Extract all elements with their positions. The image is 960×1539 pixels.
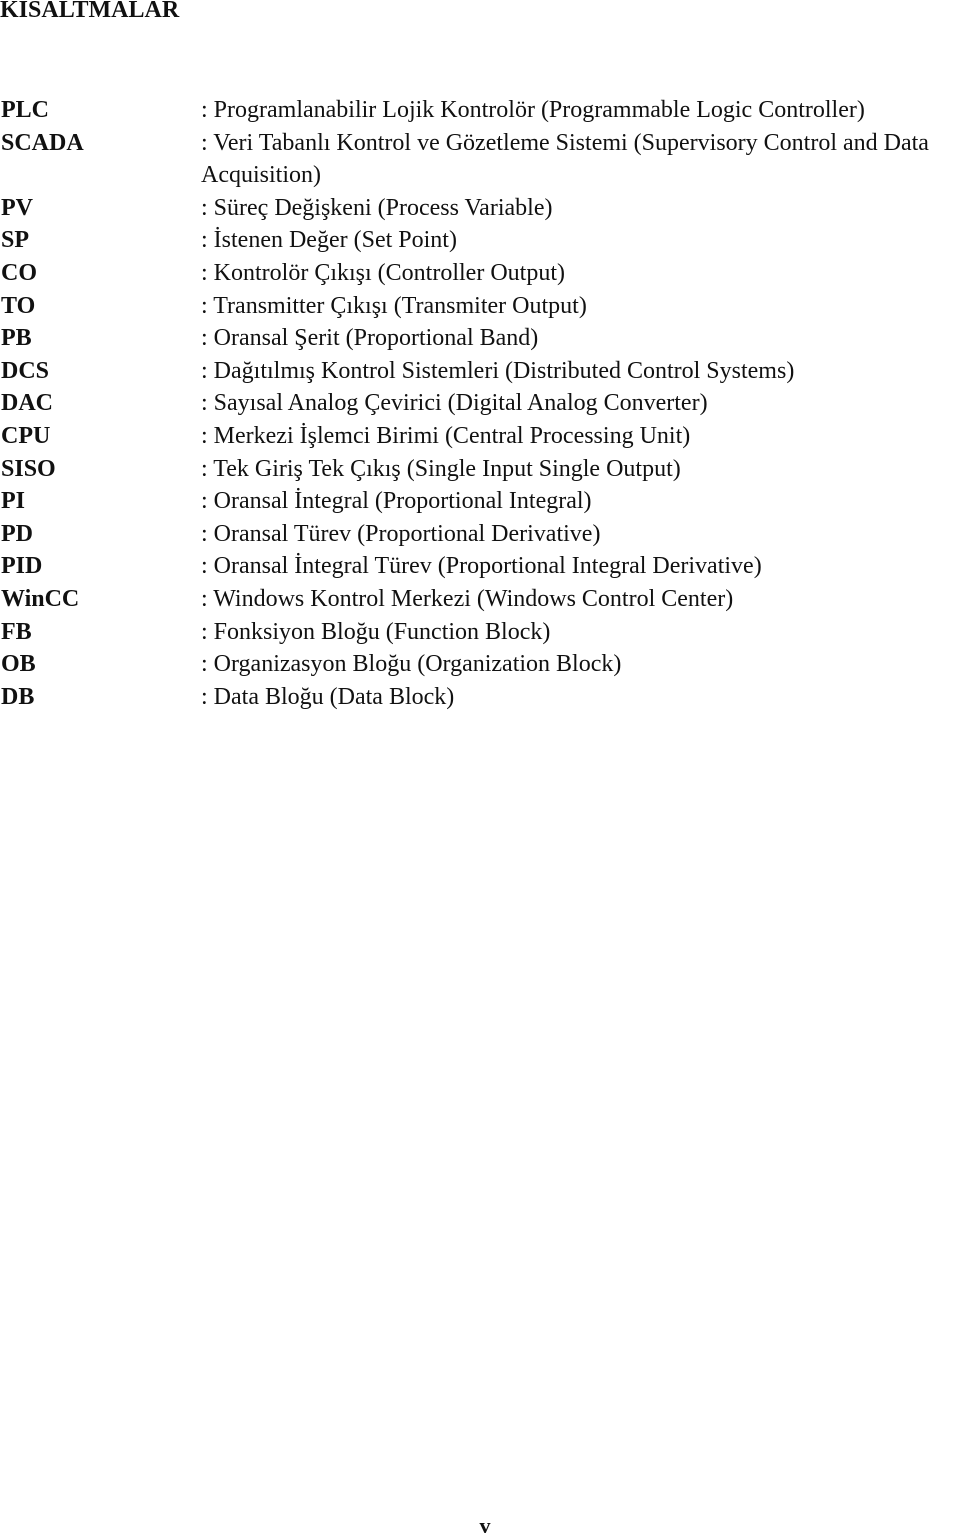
list-item: SISO : Tek Giriş Tek Çıkış (Single Input… bbox=[0, 453, 960, 486]
abbreviation-definition: : Oransal İntegral Türev (Proportional I… bbox=[201, 553, 762, 580]
abbreviation-term: SP bbox=[1, 227, 30, 254]
abbreviation-definition: : Oransal İntegral (Proportional Integra… bbox=[201, 488, 592, 515]
abbreviation-term: SCADA bbox=[1, 129, 84, 156]
abbreviation-term: FB bbox=[1, 618, 32, 645]
abbreviation-definition: : Data Bloğu (Data Block) bbox=[201, 683, 455, 710]
abbreviation-definition: : Sayısal Analog Çevirici (Digital Analo… bbox=[201, 390, 708, 417]
abbreviation-term: PB bbox=[1, 325, 32, 352]
abbreviation-term: WinCC bbox=[1, 585, 80, 612]
list-item: SCADA : Veri Tabanlı Kontrol ve Gözetlem… bbox=[0, 127, 960, 192]
list-item: DAC : Sayısal Analog Çevirici (Digital A… bbox=[0, 387, 960, 420]
list-item: PID : Oransal İntegral Türev (Proportion… bbox=[0, 550, 960, 583]
abbreviation-term: TO bbox=[1, 292, 36, 319]
abbreviation-term: OB bbox=[1, 651, 36, 678]
abbreviation-definition: : Windows Kontrol Merkezi (Windows Contr… bbox=[201, 585, 734, 612]
page-number: v bbox=[479, 1513, 491, 1538]
page-title: KISALTMALAR bbox=[0, 0, 180, 23]
list-item: WinCC : Windows Kontrol Merkezi (Windows… bbox=[0, 583, 960, 616]
abbreviation-definition: : Transmitter Çıkışı (Transmiter Output) bbox=[201, 292, 587, 319]
abbreviation-definition: : Tek Giriş Tek Çıkış (Single Input Sing… bbox=[201, 455, 681, 482]
list-item: TO : Transmitter Çıkışı (Transmiter Outp… bbox=[0, 290, 960, 323]
abbreviation-definition: : Merkezi İşlemci Birimi (Central Proces… bbox=[201, 422, 691, 449]
list-item: PD : Oransal Türev (Proportional Derivat… bbox=[0, 518, 960, 551]
list-item: CO : Kontrolör Çıkışı (Controller Output… bbox=[0, 257, 960, 290]
abbreviation-definition: : Dağıtılmış Kontrol Sistemleri (Distrib… bbox=[201, 357, 795, 384]
abbreviation-definition: : Veri Tabanlı Kontrol ve Gözetleme Sist… bbox=[201, 129, 929, 189]
abbreviation-term: CO bbox=[1, 259, 37, 286]
abbreviation-definition: : İstenen Değer (Set Point) bbox=[201, 227, 457, 254]
list-item: DB : Data Bloğu (Data Block) bbox=[0, 681, 960, 714]
abbreviation-term: DB bbox=[1, 683, 35, 710]
list-item: PI : Oransal İntegral (Proportional Inte… bbox=[0, 485, 960, 518]
abbreviation-term: PD bbox=[1, 520, 33, 547]
list-item: CPU : Merkezi İşlemci Birimi (Central Pr… bbox=[0, 420, 960, 453]
abbreviation-term: SISO bbox=[1, 455, 56, 482]
list-item: SP : İstenen Değer (Set Point) bbox=[0, 224, 960, 257]
abbreviation-term: PI bbox=[1, 488, 25, 515]
abbreviation-definition: : Süreç Değişkeni (Process Variable) bbox=[201, 194, 553, 221]
list-item: DCS : Dağıtılmış Kontrol Sistemleri (Dis… bbox=[0, 355, 960, 388]
list-item: OB : Organizasyon Bloğu (Organization Bl… bbox=[0, 648, 960, 681]
list-item: FB : Fonksiyon Bloğu (Function Block) bbox=[0, 616, 960, 649]
abbreviation-term: DCS bbox=[1, 357, 50, 384]
abbreviation-definition: : Fonksiyon Bloğu (Function Block) bbox=[201, 618, 551, 645]
abbreviation-list: PLC : Programlanabilir Lojik Kontrolör (… bbox=[0, 94, 960, 713]
abbreviation-term: PID bbox=[1, 553, 43, 580]
list-item: PB : Oransal Şerit (Proportional Band) bbox=[0, 322, 960, 355]
abbreviation-term: CPU bbox=[1, 422, 51, 449]
abbreviation-definition: : Organizasyon Bloğu (Organization Block… bbox=[201, 651, 622, 678]
abbreviation-definition: : Programlanabilir Lojik Kontrolör (Prog… bbox=[201, 97, 865, 123]
abbreviation-term: DAC bbox=[1, 390, 53, 417]
abbreviation-definition: : Oransal Şerit (Proportional Band) bbox=[201, 325, 539, 352]
abbreviation-term: PV bbox=[1, 194, 33, 221]
abbreviation-definition: : Oransal Türev (Proportional Derivative… bbox=[201, 520, 601, 547]
abbreviation-term: PLC bbox=[1, 97, 49, 123]
abbreviation-definition: : Kontrolör Çıkışı (Controller Output) bbox=[201, 259, 565, 286]
list-item: PLC : Programlanabilir Lojik Kontrolör (… bbox=[0, 94, 960, 127]
list-item: PV : Süreç Değişkeni (Process Variable) bbox=[0, 192, 960, 225]
